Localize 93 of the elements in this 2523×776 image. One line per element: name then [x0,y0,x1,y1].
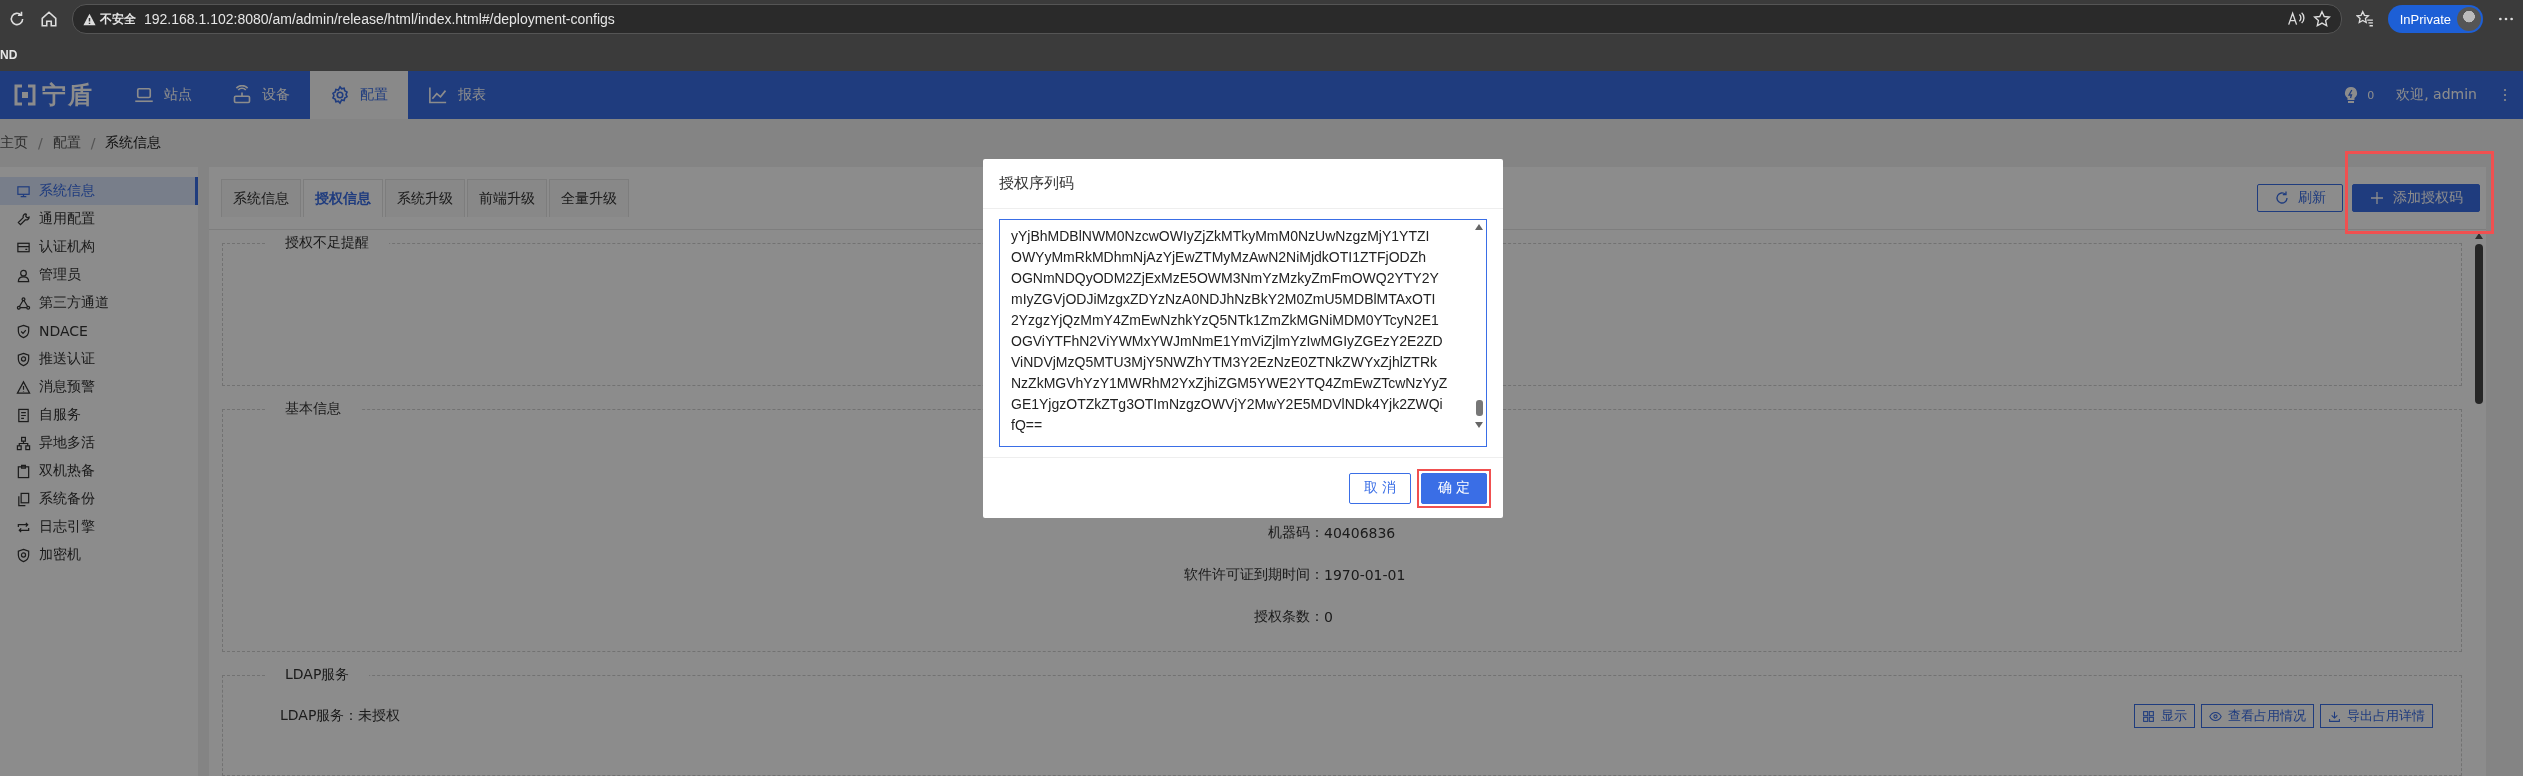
cancel-button[interactable]: 取 消 [1348,472,1411,504]
breadcrumb-separator: / [38,135,43,151]
status-text: LDAP服务：未授权 [280,707,401,725]
tab[interactable]: 授权信息 [303,179,383,217]
document-icon [16,407,31,423]
refresh-button[interactable]: 刷新 [2257,184,2343,212]
sidebar-item[interactable]: 双机热备 [0,457,198,485]
tab[interactable]: 前端升级 [467,179,547,217]
modal-backdrop[interactable] [0,71,2523,776]
sidebar-item[interactable]: 第三方通道 [0,289,198,317]
grid-icon [2142,709,2155,723]
avatar-icon [2457,7,2481,31]
wrench-icon [16,211,31,227]
network-icon [16,295,31,311]
scroll-up-icon[interactable] [1475,224,1483,230]
nav-tab[interactable]: 设备 [212,71,310,119]
chart-icon [428,85,448,105]
sidebar-item[interactable]: 认证机构 [0,233,198,261]
favorites-icon[interactable] [2355,10,2374,28]
nav-tab[interactable]: 站点 [114,71,212,119]
section-title: 基本信息 [284,400,342,418]
sidebar-item[interactable]: 自服务 [0,401,198,429]
tab[interactable]: 全量升级 [549,179,629,217]
url-text: 192.168.1.102:8080/am/admin/release/html/index.html#/deployment-configs [144,11,615,27]
monitor-icon [16,183,31,199]
field-value: 0 [1324,609,1333,625]
serial-textarea[interactable]: yYjBhMDBlNWM0NzcwOWIyZjZkMTkyMmM0NzUwNzgzMjY1YTZI OWYyMmRkMDhmNjAzYjEwZTMyMzAwN2NiMjdkOTI1ZTFjODZh OGNmNDQyODM2ZjExMzE5OWM3NmYzMzkyZmFmOWQ2YTY2Y mIyZGVjODJiMzgxZDYzNzA0NDJhNzBkY2M0ZmU5MDBlMTAxOTI 2YzgzYjQzMmY4ZmEwNzhkYzQ5NTk1ZmZkMGNiMDM0YTcyN2E1 OGViYTFhN2ViYWMxYWJmNmE1YmViZjlmYzIwMGIyZGEzY2E2ZD ViNDVjMzQ5MTU3MjY5NWZhYTM3Y2EzNzE0ZTNkZWYxZjhlZTRk NzZkMGVhYzY1MWRhM2YxZjhiZGM5YWE2YTQ4ZmEwZTcwNzYyZ GE1YjgzOTZkZTg3OTImNzgzOWVjY2MwY2E5MDVlNDk4Yjk2ZWQi fQ== [999,219,1487,447]
copy-icon [16,491,31,507]
sidebar-item[interactable]: 加密机 [0,541,198,569]
breadcrumb-item: 系统信息 [105,134,162,152]
action-button[interactable]: 导出占用详情 [2320,704,2433,728]
home-icon[interactable] [40,10,58,28]
field-label: 软件许可证到期时间： [1183,566,1324,584]
sidebar-item[interactable]: 消息预警 [0,373,198,401]
lightbulb-icon[interactable] [2343,86,2360,104]
download-icon [2328,709,2341,723]
breadcrumb-separator: / [90,135,96,151]
sitemap-icon [16,435,31,451]
add-button[interactable]: 添加授权码 [2352,184,2480,212]
field-label: 机器码： [1267,524,1324,542]
gear-icon [330,85,350,105]
bookmark-item[interactable]: ND [0,47,18,62]
laptop-icon [134,85,154,105]
nav-tab[interactable]: 报表 [408,71,506,119]
welcome-text[interactable]: 欢迎, admin [2396,86,2477,104]
warning-icon [83,12,96,26]
inprivate-badge[interactable]: InPrivate [2387,5,2483,33]
scroll-thumb[interactable] [2475,244,2483,404]
dialog-title: 授权序列码 [999,174,1074,193]
sidebar-item[interactable]: 系统备份 [0,485,198,513]
kebab-menu-icon[interactable] [2501,87,2509,103]
shield-icon [16,547,31,563]
plus-icon [2369,190,2385,206]
tab[interactable]: 系统信息 [221,179,301,217]
sidebar-item[interactable]: NDACE [0,317,198,345]
logo-text: 宁盾 [42,80,94,111]
user-icon [16,267,31,283]
scroll-up-icon[interactable] [2474,232,2484,240]
breadcrumb-item[interactable]: 主页 [0,134,28,152]
address-bar[interactable]: 不安全 192.168.1.102:8080/am/admin/release/html/index.html#/deployment-configs [72,4,2342,34]
router-icon [232,85,252,105]
action-button[interactable]: 显示 [2134,704,2195,728]
sidebar-item[interactable]: 管理员 [0,261,198,289]
reload-icon[interactable] [8,10,26,28]
section-title: LDAP服务 [284,666,351,684]
sidebar-item[interactable]: 异地多活 [0,429,198,457]
read-aloud-icon[interactable] [2286,10,2305,28]
sidebar-item[interactable]: 系统信息 [0,177,198,205]
notification-count: 0 [2367,88,2375,102]
breadcrumb-item[interactable]: 配置 [52,134,81,152]
eye-icon [2209,709,2222,723]
nav-tab[interactable]: 配置 [310,71,408,119]
field-value: 1970-01-01 [1324,567,1406,583]
field-value: 40406836 [1324,525,1396,541]
scroll-down-icon[interactable] [1475,422,1483,428]
logo-icon [14,84,36,106]
security-label: 不安全 [100,10,136,28]
scroll-thumb[interactable] [1475,400,1483,416]
action-button[interactable]: 查看占用情况 [2201,704,2314,728]
warning-icon [16,379,31,395]
sidebar-item[interactable]: 通用配置 [0,205,198,233]
star-icon[interactable] [2312,10,2331,28]
field-label: 授权条数： [1253,608,1324,626]
section-title: 授权不足提醒 [284,234,370,252]
shield-icon [16,351,31,367]
clipboard-icon [16,463,31,479]
confirm-button[interactable]: 确 定 [1421,472,1487,504]
tab[interactable]: 系统升级 [385,179,465,217]
scrollbar[interactable] [1474,224,1484,428]
sidebar-item[interactable]: 日志引擎 [0,513,198,541]
refresh-icon [2274,190,2290,206]
shield-check-icon [16,323,31,339]
sidebar-item[interactable]: 推送认证 [0,345,198,373]
